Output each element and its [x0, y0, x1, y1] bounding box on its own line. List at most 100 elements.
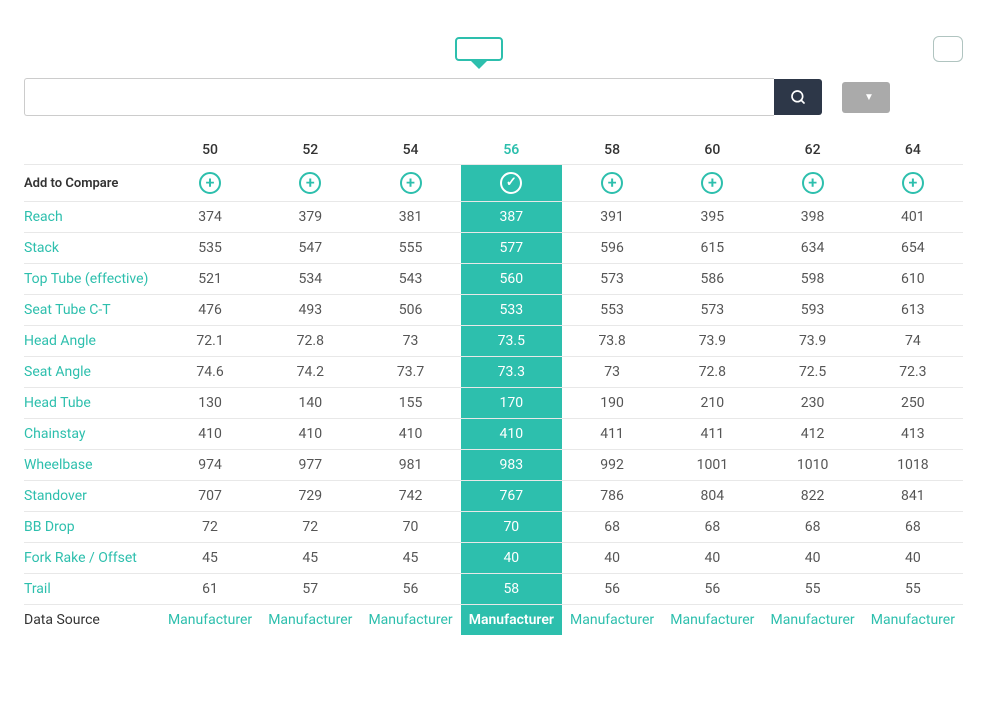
- cell-10-1: 729: [260, 481, 360, 512]
- cell-9-3: 983: [461, 450, 562, 481]
- cell-7-2: 155: [360, 388, 460, 419]
- cell-12-1: 45: [260, 543, 360, 574]
- table-row: Reach374379381387391395398401: [24, 202, 963, 233]
- cell-13-0: 61: [160, 574, 260, 605]
- row-label: Standover: [24, 481, 160, 512]
- cell-11-4: 68: [562, 512, 662, 543]
- table-row: Stack535547555577596615634654: [24, 233, 963, 264]
- cell-12-7: 40: [863, 543, 963, 574]
- cell-9-2: 981: [360, 450, 460, 481]
- cell-7-7: 250: [863, 388, 963, 419]
- cell-7-1: 140: [260, 388, 360, 419]
- cell-7-5: 210: [662, 388, 762, 419]
- cell-8-6: 412: [762, 419, 862, 450]
- cell-6-0: 74.6: [160, 357, 260, 388]
- compare-1-button[interactable]: ▼: [842, 82, 890, 113]
- cell-13-2: 56: [360, 574, 460, 605]
- cell-5-4: 73.8: [562, 326, 662, 357]
- cell-5-5: 73.9: [662, 326, 762, 357]
- cell-4-4: 553: [562, 295, 662, 326]
- cell-3-2: 543: [360, 264, 460, 295]
- add-compare-icon[interactable]: +: [802, 172, 824, 194]
- chevron-down-icon: ▼: [864, 92, 874, 103]
- cell-7-3: 170: [461, 388, 562, 419]
- add-compare-icon[interactable]: +: [299, 172, 321, 194]
- cell-6-1: 74.2: [260, 357, 360, 388]
- cell-3-1: 534: [260, 264, 360, 295]
- cell-9-4: 992: [562, 450, 662, 481]
- cell-12-6: 40: [762, 543, 862, 574]
- cell-14-0: Manufacturer: [160, 605, 260, 636]
- size-header-56: 56: [461, 136, 562, 165]
- cell-14-2: Manufacturer: [360, 605, 460, 636]
- table-row: Standover707729742767786804822841: [24, 481, 963, 512]
- cell-0-2: +: [360, 165, 460, 202]
- row-label: Data Source: [24, 605, 160, 636]
- data-source-link[interactable]: Manufacturer: [670, 612, 754, 628]
- cell-2-1: 547: [260, 233, 360, 264]
- cell-9-5: 1001: [662, 450, 762, 481]
- size-header-64: 64: [863, 136, 963, 165]
- data-source-link[interactable]: Manufacturer: [368, 612, 452, 628]
- cell-1-6: 398: [762, 202, 862, 233]
- search-button[interactable]: [774, 79, 822, 115]
- table-row: Head Tube130140155170190210230250: [24, 388, 963, 419]
- add-compare-icon[interactable]: +: [701, 172, 723, 194]
- cell-3-6: 598: [762, 264, 862, 295]
- choose-bike-button[interactable]: [455, 37, 503, 61]
- cell-4-6: 593: [762, 295, 862, 326]
- cell-8-1: 410: [260, 419, 360, 450]
- cell-5-3: 73.5: [461, 326, 562, 357]
- cell-5-7: 74: [863, 326, 963, 357]
- cell-8-7: 413: [863, 419, 963, 450]
- cell-4-1: 493: [260, 295, 360, 326]
- cell-11-6: 68: [762, 512, 862, 543]
- cell-6-5: 72.8: [662, 357, 762, 388]
- cell-8-4: 411: [562, 419, 662, 450]
- cell-14-6: Manufacturer: [762, 605, 862, 636]
- cell-10-3: 767: [461, 481, 562, 512]
- table-row: Wheelbase974977981983992100110101018: [24, 450, 963, 481]
- cell-2-7: 654: [863, 233, 963, 264]
- row-label: Seat Tube C-T: [24, 295, 160, 326]
- cell-2-0: 535: [160, 233, 260, 264]
- row-label: Add to Compare: [24, 165, 160, 202]
- cell-10-4: 786: [562, 481, 662, 512]
- data-source-link[interactable]: Manufacturer: [268, 612, 352, 628]
- cell-0-3: ✓: [461, 165, 562, 202]
- cell-8-2: 410: [360, 419, 460, 450]
- row-label: Stack: [24, 233, 160, 264]
- data-source-link[interactable]: Manufacturer: [168, 612, 252, 628]
- data-source-link[interactable]: Manufacturer: [570, 612, 654, 628]
- cell-12-4: 40: [562, 543, 662, 574]
- search-input[interactable]: [24, 78, 774, 116]
- table-row: Fork Rake / Offset4545454040404040: [24, 543, 963, 574]
- cell-14-1: Manufacturer: [260, 605, 360, 636]
- add-compare-icon[interactable]: +: [902, 172, 924, 194]
- cell-1-5: 395: [662, 202, 762, 233]
- size-header-54: 54: [360, 136, 460, 165]
- cell-11-7: 68: [863, 512, 963, 543]
- cell-3-5: 586: [662, 264, 762, 295]
- add-compare-icon[interactable]: +: [601, 172, 623, 194]
- add-compare-icon[interactable]: +: [199, 172, 221, 194]
- row-label: Chainstay: [24, 419, 160, 450]
- row-label: Wheelbase: [24, 450, 160, 481]
- add-compare-icon[interactable]: +: [400, 172, 422, 194]
- cell-11-0: 72: [160, 512, 260, 543]
- cell-12-2: 45: [360, 543, 460, 574]
- cell-13-6: 55: [762, 574, 862, 605]
- data-source-link[interactable]: Manufacturer: [871, 612, 955, 628]
- cell-2-2: 555: [360, 233, 460, 264]
- cell-5-2: 73: [360, 326, 460, 357]
- cell-4-3: 533: [461, 295, 562, 326]
- cell-0-4: +: [562, 165, 662, 202]
- data-source-link[interactable]: Manufacturer: [771, 612, 855, 628]
- cell-12-3: 40: [461, 543, 562, 574]
- size-header-52: 52: [260, 136, 360, 165]
- cell-10-7: 841: [863, 481, 963, 512]
- cell-3-3: 560: [461, 264, 562, 295]
- cell-11-2: 70: [360, 512, 460, 543]
- cell-6-4: 73: [562, 357, 662, 388]
- cell-0-1: +: [260, 165, 360, 202]
